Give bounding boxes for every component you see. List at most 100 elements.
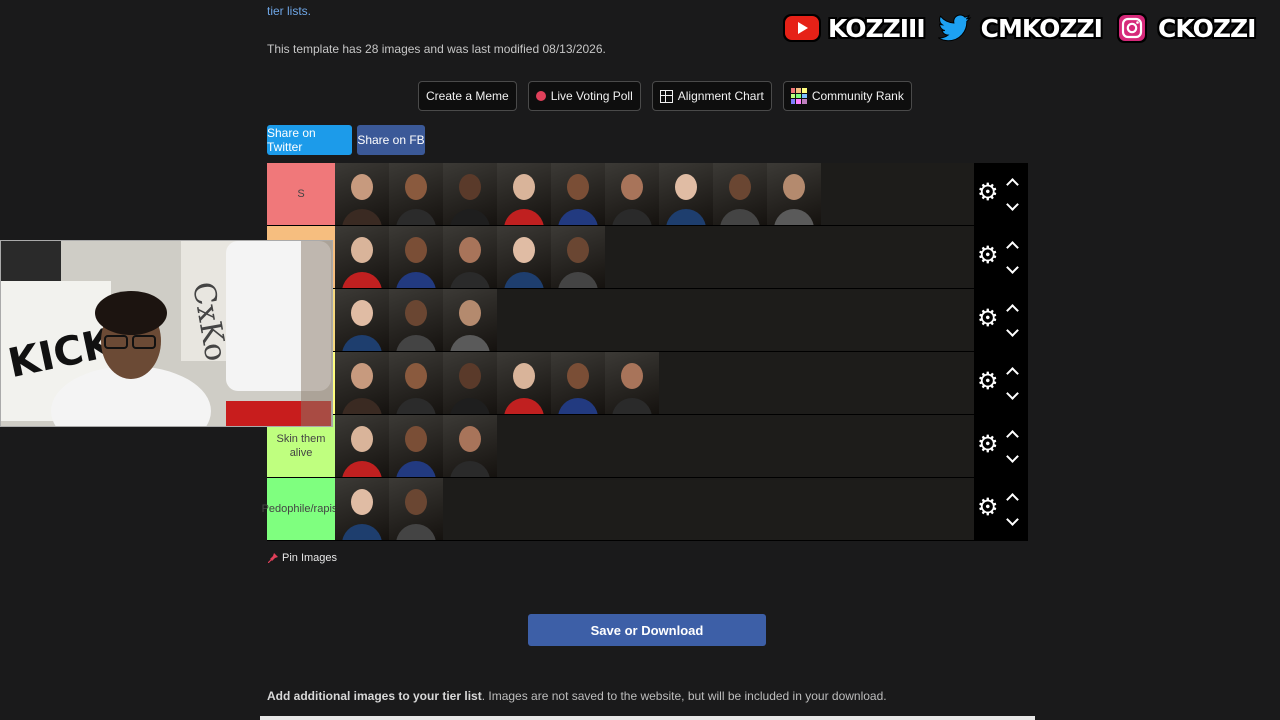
- tier-image[interactable]: [605, 163, 659, 225]
- tier-image[interactable]: [389, 478, 443, 540]
- move-up-icon[interactable]: [1006, 430, 1019, 443]
- tier-image[interactable]: [443, 289, 497, 351]
- create-meme-button[interactable]: Create a Meme: [418, 81, 517, 111]
- tier-image[interactable]: [443, 226, 497, 288]
- tier-image[interactable]: [551, 226, 605, 288]
- tier-image[interactable]: [389, 289, 443, 351]
- move-down-icon[interactable]: [1006, 450, 1019, 463]
- tier-controls: ⚙: [974, 226, 1028, 288]
- tier-image[interactable]: [335, 352, 389, 414]
- tier-image[interactable]: [767, 163, 821, 225]
- tier-lists-link[interactable]: tier lists.: [267, 4, 311, 18]
- tier-items[interactable]: [335, 478, 974, 540]
- live-voting-poll-button[interactable]: Live Voting Poll: [527, 81, 641, 111]
- social-overlay: KOZZIII CMKOZZI CKOZZI: [782, 10, 1259, 46]
- move-up-icon[interactable]: [1006, 493, 1019, 506]
- tier-image[interactable]: [497, 352, 551, 414]
- tier-items[interactable]: [335, 289, 974, 351]
- tier-image[interactable]: [713, 163, 767, 225]
- gear-icon[interactable]: ⚙: [977, 495, 999, 521]
- gear-icon[interactable]: ⚙: [977, 180, 999, 206]
- move-up-icon[interactable]: [1006, 304, 1019, 317]
- tier-image[interactable]: [605, 352, 659, 414]
- move-down-icon[interactable]: [1006, 387, 1019, 400]
- move-down-icon[interactable]: [1006, 324, 1019, 337]
- tier-row: ⚙: [267, 352, 1028, 415]
- tier-image[interactable]: [389, 352, 443, 414]
- tier-image[interactable]: [389, 163, 443, 225]
- add-images-info: Add additional images to your tier list.…: [267, 689, 887, 703]
- gear-icon[interactable]: ⚙: [977, 432, 999, 458]
- upload-area-edge: [260, 716, 1035, 720]
- alignment-chart-label: Alignment Chart: [677, 89, 764, 103]
- live-voting-label: Live Voting Poll: [550, 89, 633, 103]
- webcam-overlay: KICK CxKo: [0, 240, 333, 427]
- tier-image[interactable]: [443, 352, 497, 414]
- tier-image[interactable]: [335, 289, 389, 351]
- move-down-icon[interactable]: [1006, 513, 1019, 526]
- community-rank-label: Community Rank: [811, 89, 904, 103]
- tier-controls: ⚙: [974, 352, 1028, 414]
- share-twitter-button[interactable]: Share on Twitter: [267, 125, 352, 155]
- gear-icon[interactable]: ⚙: [977, 369, 999, 395]
- tier-image[interactable]: [389, 226, 443, 288]
- tier-row: Pedophile/rapist ⚙: [262, 478, 1028, 541]
- share-fb-button[interactable]: Share on FB: [357, 125, 425, 155]
- tier-image[interactable]: [335, 226, 389, 288]
- record-dot-icon: [535, 91, 546, 101]
- tier-items[interactable]: [335, 352, 974, 414]
- tier-image[interactable]: [551, 163, 605, 225]
- tier-items[interactable]: [335, 163, 974, 225]
- move-down-icon[interactable]: [1006, 261, 1019, 274]
- tier-image[interactable]: [443, 415, 497, 477]
- community-rank-button[interactable]: Community Rank: [782, 81, 912, 111]
- grid-icon: [659, 89, 673, 103]
- tier-controls: ⚙: [974, 289, 1028, 351]
- alignment-chart-button[interactable]: Alignment Chart: [651, 81, 772, 111]
- tier-image[interactable]: [497, 163, 551, 225]
- color-grid-icon: [790, 88, 807, 104]
- tier-items[interactable]: [335, 415, 974, 477]
- tier-image[interactable]: [497, 226, 551, 288]
- tier-image[interactable]: [335, 163, 389, 225]
- save-download-button[interactable]: Save or Download: [528, 614, 766, 646]
- tier-image[interactable]: [659, 163, 713, 225]
- gear-icon[interactable]: ⚙: [977, 243, 999, 269]
- youtube-icon: [782, 13, 822, 43]
- tier-label[interactable]: S: [267, 163, 335, 225]
- move-up-icon[interactable]: [1006, 241, 1019, 254]
- twitter-icon: [935, 13, 975, 43]
- move-up-icon[interactable]: [1006, 367, 1019, 380]
- tier-row: ⚙: [267, 226, 1028, 289]
- create-meme-label: Create a Meme: [426, 89, 509, 103]
- tier-image[interactable]: [335, 415, 389, 477]
- move-up-icon[interactable]: [1006, 178, 1019, 191]
- tier-controls: ⚙: [974, 163, 1028, 225]
- tier-row: Skin them alive ⚙: [267, 415, 1028, 478]
- tier-image[interactable]: [335, 478, 389, 540]
- pin-images-label: Pin Images: [282, 552, 338, 564]
- instagram-handle: CKOZZI: [1157, 13, 1256, 43]
- twitter-handle: CMKOZZI: [980, 13, 1103, 43]
- youtube-handle: KOZZIII: [828, 13, 926, 43]
- tier-image[interactable]: [389, 415, 443, 477]
- pin-icon: [268, 553, 278, 563]
- tier-list-page: tier lists. This template has 28 images …: [0, 0, 1280, 720]
- move-down-icon[interactable]: [1006, 198, 1019, 211]
- tier-row: ⚙: [267, 289, 1028, 352]
- tier-image[interactable]: [551, 352, 605, 414]
- tier-items[interactable]: [335, 226, 974, 288]
- instagram-icon: [1112, 13, 1152, 43]
- gear-icon[interactable]: ⚙: [977, 306, 999, 332]
- tier-controls: ⚙: [974, 478, 1028, 540]
- tier-controls: ⚙: [974, 415, 1028, 477]
- add-images-heading: Add additional images to your tier list: [267, 689, 482, 703]
- tier-label[interactable]: Pedophile/rapist: [262, 478, 340, 540]
- pin-images-toggle[interactable]: Pin Images: [268, 552, 337, 564]
- action-buttons: Create a Meme Live Voting Poll Alignment…: [418, 81, 912, 111]
- tier-image[interactable]: [443, 163, 497, 225]
- template-info: This template has 28 images and was last…: [267, 42, 606, 56]
- add-images-note: . Images are not saved to the website, b…: [481, 689, 887, 703]
- tier-table: S ⚙ ⚙ ⚙ ⚙ Skin them alive ⚙ Pedophile/rapist ⚙: [262, 163, 1028, 541]
- tier-row: S ⚙: [267, 163, 1028, 226]
